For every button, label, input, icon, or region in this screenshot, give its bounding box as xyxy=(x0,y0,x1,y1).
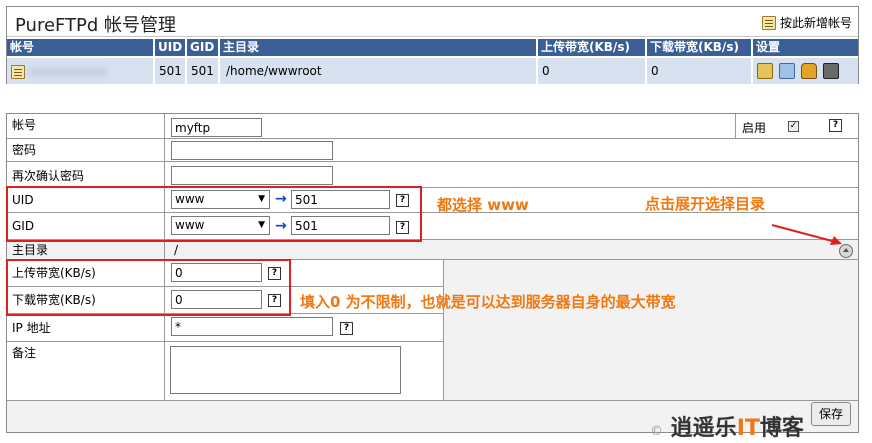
gid-cell: 501 xyxy=(187,58,220,84)
account-label: 帐号 xyxy=(7,114,165,139)
enable-label: 启用 xyxy=(742,121,767,135)
ip-help-icon[interactable]: ? xyxy=(340,322,353,335)
account-input[interactable] xyxy=(171,118,262,137)
save-button[interactable]: 保存 xyxy=(811,402,851,426)
account-list-panel: PureFTPd 帐号管理 按此新增帐号 帐号 UID GID 主目录 上传带宽… xyxy=(6,6,859,84)
watermark-tail: 博客 xyxy=(759,416,804,441)
account-cell[interactable] xyxy=(7,58,155,84)
enable-help-icon[interactable]: ? xyxy=(829,119,842,132)
add-account-link[interactable]: 按此新增帐号 xyxy=(761,14,852,31)
ip-label: IP 地址 xyxy=(7,314,165,342)
add-note-icon xyxy=(761,15,776,30)
account-note-icon xyxy=(11,64,25,79)
note-textarea[interactable] xyxy=(170,346,401,394)
home-cell: /home/wwwroot xyxy=(220,58,538,84)
col-header-account: 帐号 xyxy=(7,39,155,56)
password-label: 密码 xyxy=(7,139,165,162)
add-account-label: 按此新增帐号 xyxy=(779,16,852,30)
col-header-settings: 设置 xyxy=(753,39,858,56)
col-header-download: 下载带宽(KB/s) xyxy=(647,39,753,56)
enable-checkbox[interactable]: ✓ xyxy=(788,121,799,132)
watermark-copy: © xyxy=(650,424,663,439)
col-header-home: 主目录 xyxy=(220,39,538,56)
edit-icon[interactable] xyxy=(757,63,773,79)
watermark: © 逍遥乐IT博客 xyxy=(650,410,804,442)
settings-cell xyxy=(753,58,858,84)
watermark-brand: 逍遥乐 xyxy=(670,416,737,441)
annotation-select-www: 都选择 www xyxy=(437,196,529,214)
watermark-it: IT xyxy=(736,416,760,441)
delete-icon[interactable] xyxy=(823,63,839,79)
home-dir-value: / xyxy=(174,243,179,257)
col-header-upload: 上传带宽(KB/s) xyxy=(538,39,647,56)
confirm-password-input[interactable] xyxy=(171,166,333,185)
annotation-fill-zero: 填入0 为不限制，也就是可以达到服务器自身的最大带宽 xyxy=(300,293,676,311)
annotation-expand-dir: 点击展开选择目录 xyxy=(645,195,766,213)
download-cell: 0 xyxy=(647,58,753,84)
upload-cell: 0 xyxy=(538,58,647,84)
help-book-icon[interactable] xyxy=(779,63,795,79)
uid-gid-highlight xyxy=(6,186,422,242)
title-bar: PureFTPd 帐号管理 按此新增帐号 xyxy=(7,7,858,37)
side-area xyxy=(444,260,858,401)
uid-cell: 501 xyxy=(155,58,187,84)
home-dir-label: 主目录 xyxy=(7,240,165,260)
page-title: PureFTPd 帐号管理 xyxy=(15,15,177,36)
bandwidth-highlight xyxy=(6,259,291,316)
enable-cell: 启用 ✓ ? xyxy=(736,114,858,139)
col-header-gid: GID xyxy=(187,39,220,56)
confirm-password-label: 再次确认密码 xyxy=(7,162,165,188)
ip-input[interactable] xyxy=(171,317,333,336)
col-header-uid: UID xyxy=(155,39,187,56)
lock-icon[interactable] xyxy=(801,63,817,79)
note-label: 备注 xyxy=(7,342,165,401)
account-name-blurred xyxy=(29,66,107,77)
password-input[interactable] xyxy=(171,141,333,160)
home-dir-cell: / xyxy=(165,240,858,260)
red-arrow-icon xyxy=(771,224,842,245)
